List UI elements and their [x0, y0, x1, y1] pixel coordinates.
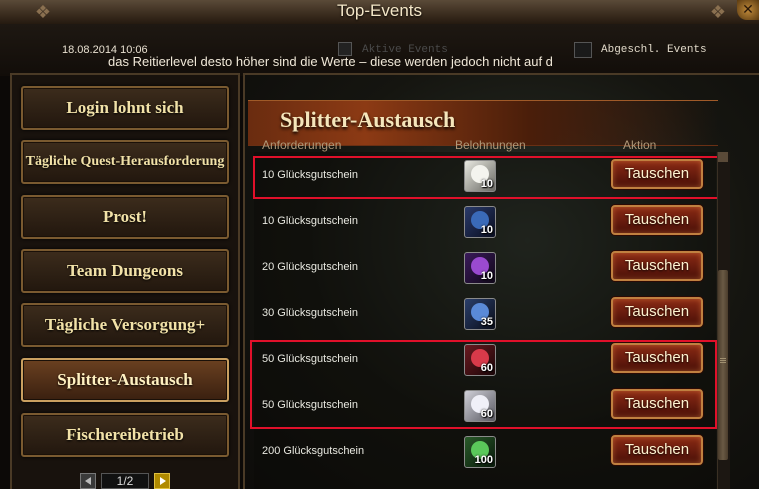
- exchange-button[interactable]: Tauschen: [611, 435, 703, 465]
- section-title: Splitter-Austausch: [280, 107, 456, 132]
- window-title: Top-Events: [336, 1, 423, 20]
- blue-beast-icon[interactable]: 35: [464, 298, 496, 330]
- requirement-label: 10 Glücksgutschein: [262, 215, 358, 227]
- sidebar-item-shard-exchange[interactable]: Splitter-Austausch: [21, 358, 229, 402]
- table-row: 20 Glücksgutschein 10 Tauschen: [254, 246, 716, 292]
- table-row: 10 Glücksgutschein 10 Tauschen: [254, 200, 716, 246]
- reward-quantity: 35: [480, 316, 493, 328]
- table-row: 200 Glücksgutschein 100 Tauschen: [254, 430, 716, 476]
- sidebar-item-login[interactable]: Login lohnt sich: [21, 86, 229, 130]
- exchange-button[interactable]: Tauschen: [611, 297, 703, 327]
- exchange-button[interactable]: Tauschen: [611, 251, 703, 281]
- blue-steed-icon[interactable]: 10: [464, 206, 496, 238]
- highlight-box: [250, 340, 717, 429]
- requirement-label: 30 Glücksgutschein: [262, 307, 358, 319]
- column-header-requirement: Anforderungen: [262, 138, 342, 152]
- scroll-up-icon[interactable]: [718, 152, 728, 162]
- exchange-button[interactable]: Tauschen: [611, 205, 703, 235]
- prev-page-icon[interactable]: [80, 473, 96, 489]
- sidebar-item-fishing[interactable]: Fischereibetrieb: [21, 413, 229, 457]
- column-header-action: Aktion: [623, 138, 657, 152]
- reward-quantity: 10: [480, 270, 493, 282]
- close-icon[interactable]: ✕: [737, 0, 759, 20]
- sidebar-item-team-dungeons[interactable]: Team Dungeons: [21, 249, 229, 293]
- purple-orb-icon[interactable]: 10: [464, 252, 496, 284]
- highlight-box: [253, 156, 723, 199]
- scroll-grip-icon: [720, 358, 726, 359]
- event-sidebar: Login lohnt sich Tägliche Quest-Herausfo…: [10, 73, 240, 489]
- sidebar-item-daily-supply[interactable]: Tägliche Versorgung+: [21, 303, 229, 347]
- next-page-icon[interactable]: [154, 473, 170, 489]
- green-wings-icon[interactable]: 100: [464, 436, 496, 468]
- reward-quantity: 100: [474, 454, 493, 466]
- sidebar-item-prost[interactable]: Prost!: [21, 195, 229, 239]
- sidebar-item-daily-quest[interactable]: Tägliche Quest-Herausforderung: [21, 140, 229, 184]
- requirement-label: 200 Glücksgutschein: [262, 445, 365, 457]
- reward-quantity: 10: [480, 224, 493, 236]
- table-row: 30 Glücksgutschein 35 Tauschen: [254, 292, 716, 338]
- page-indicator: 1/2: [101, 473, 149, 489]
- scrollbar-thumb[interactable]: [718, 270, 728, 460]
- column-header-reward: Belohnungen: [455, 138, 526, 152]
- requirement-label: 20 Glücksgutschein: [262, 261, 358, 273]
- marquee-text: das Reitierlevel desto höher sind die We…: [108, 54, 553, 69]
